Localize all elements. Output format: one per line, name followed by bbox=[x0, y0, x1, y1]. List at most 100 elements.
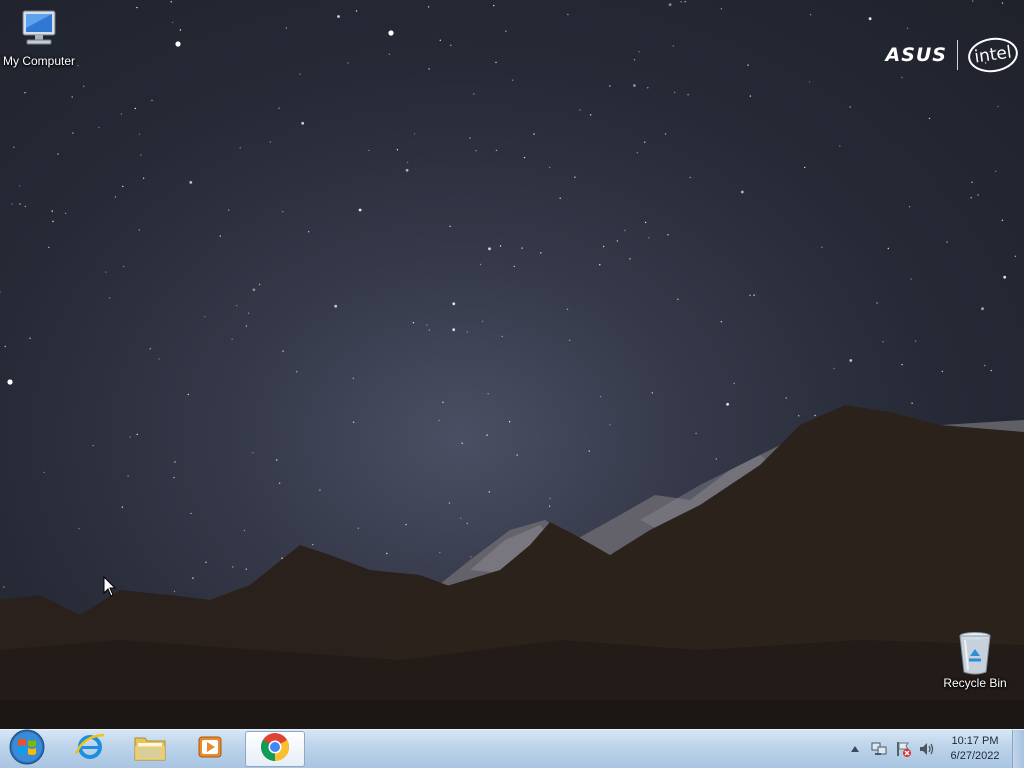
star bbox=[122, 185, 124, 188]
recycle-bin-shortcut[interactable]: Recycle Bin bbox=[937, 630, 1013, 690]
star bbox=[521, 247, 523, 249]
star bbox=[648, 237, 650, 239]
action-center-icon[interactable] bbox=[894, 740, 912, 758]
show-desktop-button[interactable] bbox=[1012, 730, 1024, 768]
star bbox=[687, 94, 689, 96]
star bbox=[352, 421, 355, 423]
show-hidden-icons-icon[interactable] bbox=[846, 740, 864, 758]
star bbox=[785, 397, 787, 399]
star bbox=[405, 168, 409, 172]
star bbox=[388, 53, 390, 55]
star bbox=[151, 99, 153, 102]
star bbox=[633, 59, 636, 61]
star bbox=[278, 107, 280, 109]
star bbox=[428, 68, 430, 70]
start-button[interactable] bbox=[2, 729, 52, 767]
star bbox=[636, 152, 638, 154]
volume-icon[interactable] bbox=[918, 740, 936, 758]
star bbox=[140, 154, 142, 156]
star bbox=[439, 39, 441, 41]
star bbox=[114, 196, 117, 198]
star bbox=[138, 133, 140, 135]
star bbox=[908, 206, 911, 208]
star bbox=[204, 315, 206, 318]
clock-time: 10:17 PM bbox=[951, 735, 999, 747]
star bbox=[449, 225, 451, 227]
star bbox=[928, 117, 931, 120]
star bbox=[109, 297, 111, 299]
star bbox=[245, 568, 247, 570]
star bbox=[239, 147, 241, 149]
star bbox=[569, 339, 571, 341]
wallpaper bbox=[0, 0, 1024, 729]
star bbox=[470, 556, 472, 558]
star bbox=[51, 210, 53, 212]
star bbox=[726, 402, 729, 406]
star bbox=[574, 176, 576, 178]
star bbox=[466, 522, 468, 525]
star bbox=[609, 424, 611, 426]
star bbox=[120, 113, 123, 115]
network-icon[interactable] bbox=[870, 740, 888, 758]
star bbox=[282, 210, 284, 213]
clock-date: 6/27/2022 bbox=[950, 750, 1000, 762]
star bbox=[358, 208, 362, 212]
star bbox=[495, 61, 497, 64]
star bbox=[508, 421, 511, 423]
star bbox=[205, 561, 207, 563]
star bbox=[319, 489, 321, 491]
star bbox=[299, 73, 301, 75]
taskbar-chrome[interactable] bbox=[245, 731, 305, 767]
star bbox=[566, 308, 569, 310]
star bbox=[977, 194, 979, 196]
star bbox=[910, 278, 912, 280]
star bbox=[906, 27, 909, 29]
star bbox=[984, 364, 986, 367]
star bbox=[901, 363, 903, 366]
star bbox=[523, 156, 526, 159]
star bbox=[495, 149, 498, 152]
star bbox=[668, 3, 672, 6]
taskbar-media-player[interactable] bbox=[183, 731, 239, 767]
star bbox=[579, 109, 581, 111]
star bbox=[173, 476, 175, 479]
star bbox=[461, 442, 463, 444]
star bbox=[849, 359, 853, 362]
star bbox=[567, 13, 569, 16]
star bbox=[505, 30, 507, 32]
star bbox=[170, 1, 172, 3]
star bbox=[105, 271, 107, 273]
star bbox=[278, 482, 281, 484]
star bbox=[482, 320, 484, 323]
star bbox=[516, 454, 518, 456]
star bbox=[833, 367, 835, 370]
star bbox=[469, 137, 471, 139]
star bbox=[499, 245, 502, 247]
star bbox=[868, 17, 872, 21]
star bbox=[695, 432, 697, 435]
star bbox=[138, 229, 140, 231]
clock[interactable]: 10:17 PM 6/27/2022 bbox=[942, 734, 1008, 764]
star bbox=[77, 65, 79, 67]
star bbox=[809, 14, 812, 16]
star bbox=[475, 150, 477, 152]
bright-star bbox=[175, 41, 181, 47]
taskbar-windows-explorer[interactable] bbox=[122, 731, 178, 767]
star bbox=[439, 551, 441, 554]
my-computer-shortcut[interactable]: My Computer bbox=[1, 8, 77, 68]
taskbar-internet-explorer[interactable] bbox=[62, 731, 118, 767]
star bbox=[990, 369, 992, 372]
star bbox=[488, 491, 490, 493]
desktop[interactable]: ASUS intel My Computer Recycle Bin bbox=[0, 0, 1024, 729]
star bbox=[428, 329, 430, 331]
star bbox=[4, 345, 6, 348]
star bbox=[98, 126, 100, 129]
star bbox=[549, 497, 551, 500]
star bbox=[720, 8, 723, 10]
star bbox=[599, 395, 602, 398]
asus-logo: ASUS bbox=[885, 44, 947, 66]
star bbox=[849, 106, 851, 108]
star bbox=[448, 502, 451, 504]
star bbox=[247, 312, 250, 314]
star bbox=[501, 335, 503, 338]
